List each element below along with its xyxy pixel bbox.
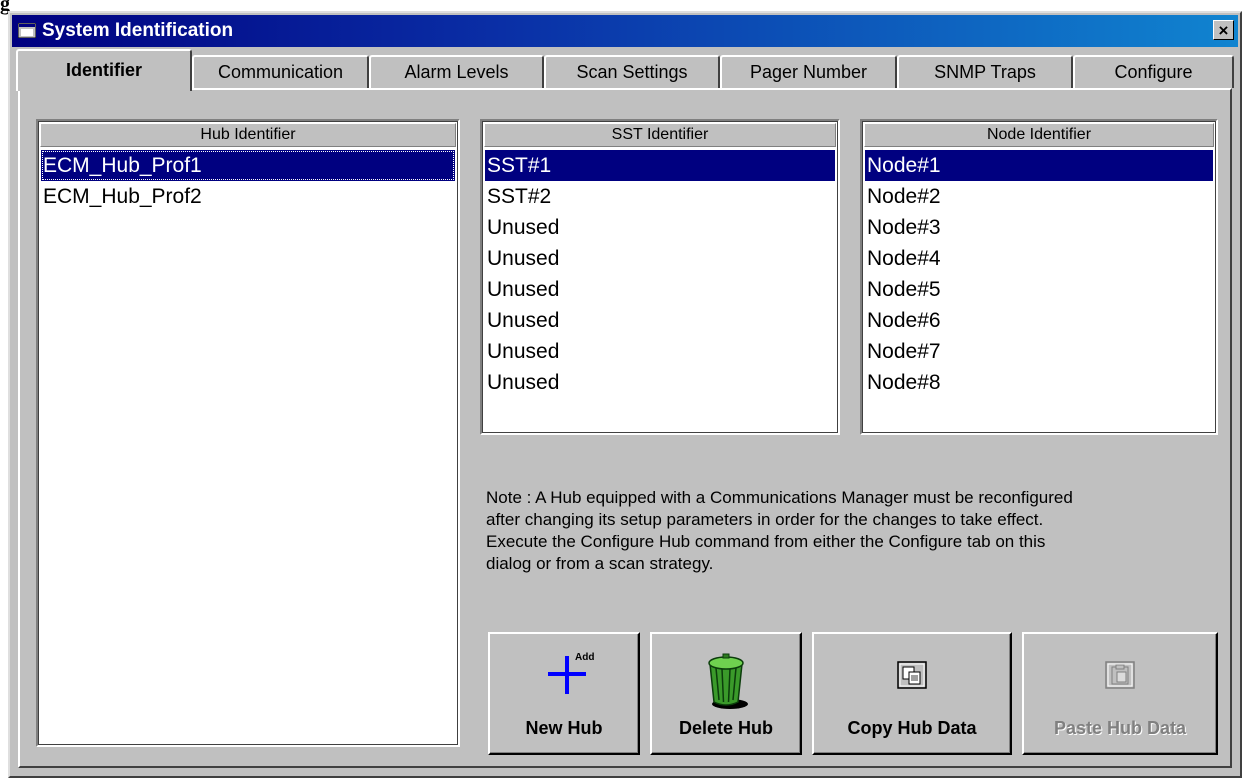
copy-hub-data-button[interactable]: Copy Hub Data [812,632,1012,755]
copy-icon [897,661,927,689]
add-plus-icon: Add [548,652,594,694]
hub-identifier-list[interactable]: Hub Identifier ECM_Hub_Prof1 ECM_Hub_Pro… [36,119,460,747]
reconfigure-note: Note : A Hub equipped with a Communicati… [486,487,1226,575]
list-item[interactable]: Node#2 [865,181,1213,212]
trash-can-icon [708,653,748,709]
list-item[interactable]: ECM_Hub_Prof2 [41,181,455,212]
node-identifier-header: Node Identifier [864,123,1214,147]
hub-identifier-header: Hub Identifier [40,123,456,147]
close-icon: × [1218,20,1229,40]
tab-identifier[interactable]: Identifier [16,49,192,91]
list-item[interactable]: Unused [485,274,835,305]
list-item[interactable]: Unused [485,367,835,398]
tab-configure[interactable]: Configure [1073,55,1234,88]
list-item[interactable]: Node#4 [865,243,1213,274]
list-item[interactable]: Unused [485,243,835,274]
delete-hub-button[interactable]: Delete Hub [650,632,802,755]
window-title: System Identification [42,20,234,41]
list-item[interactable]: SST#2 [485,181,835,212]
list-item[interactable]: Unused [485,305,835,336]
add-icon-text: Add [575,652,594,663]
list-item[interactable]: Node#5 [865,274,1213,305]
copy-hub-data-label: Copy Hub Data [847,718,977,738]
title-bar[interactable]: System Identification × [12,15,1238,47]
list-item[interactable]: Unused [485,336,835,367]
paste-icon [1105,661,1135,689]
new-hub-button[interactable]: Add New Hub [488,632,640,755]
app-window-icon [18,23,36,38]
node-identifier-list[interactable]: Node Identifier Node#1 Node#2 Node#3 Nod… [860,119,1218,435]
new-hub-label: New Hub [525,718,603,738]
list-item[interactable]: Node#3 [865,212,1213,243]
list-item[interactable]: SST#1 [485,150,835,181]
tab-pager-number[interactable]: Pager Number [720,55,897,88]
tab-communication[interactable]: Communication [192,55,369,88]
note-line: Note : A Hub equipped with a Communicati… [486,488,1073,507]
list-item[interactable]: Node#7 [865,336,1213,367]
close-button[interactable]: × [1213,20,1234,40]
note-line: after changing its setup parameters in o… [486,510,1044,529]
tab-scan-settings[interactable]: Scan Settings [544,55,720,88]
tab-alarm-levels[interactable]: Alarm Levels [369,55,544,88]
list-item[interactable]: ECM_Hub_Prof1 [41,150,455,181]
paste-hub-data-button[interactable]: Paste Hub Data [1022,632,1218,755]
tab-snmp-traps[interactable]: SNMP Traps [897,55,1073,88]
note-line: Execute the Configure Hub command from e… [486,532,1046,551]
list-item[interactable]: Node#8 [865,367,1213,398]
list-item[interactable]: Unused [485,212,835,243]
list-item[interactable]: Node#6 [865,305,1213,336]
note-line: dialog or from a scan strategy. [486,554,714,573]
paste-hub-data-label: Paste Hub Data [1053,718,1187,738]
system-identification-dialog: System Identification × Identifier Commu… [8,11,1242,778]
sst-identifier-header: SST Identifier [484,123,836,147]
list-item[interactable]: Node#1 [865,150,1213,181]
sst-identifier-list[interactable]: SST Identifier SST#1 SST#2 Unused Unused… [480,119,840,435]
corner-label: g [0,0,10,15]
delete-hub-label: Delete Hub [678,718,774,738]
